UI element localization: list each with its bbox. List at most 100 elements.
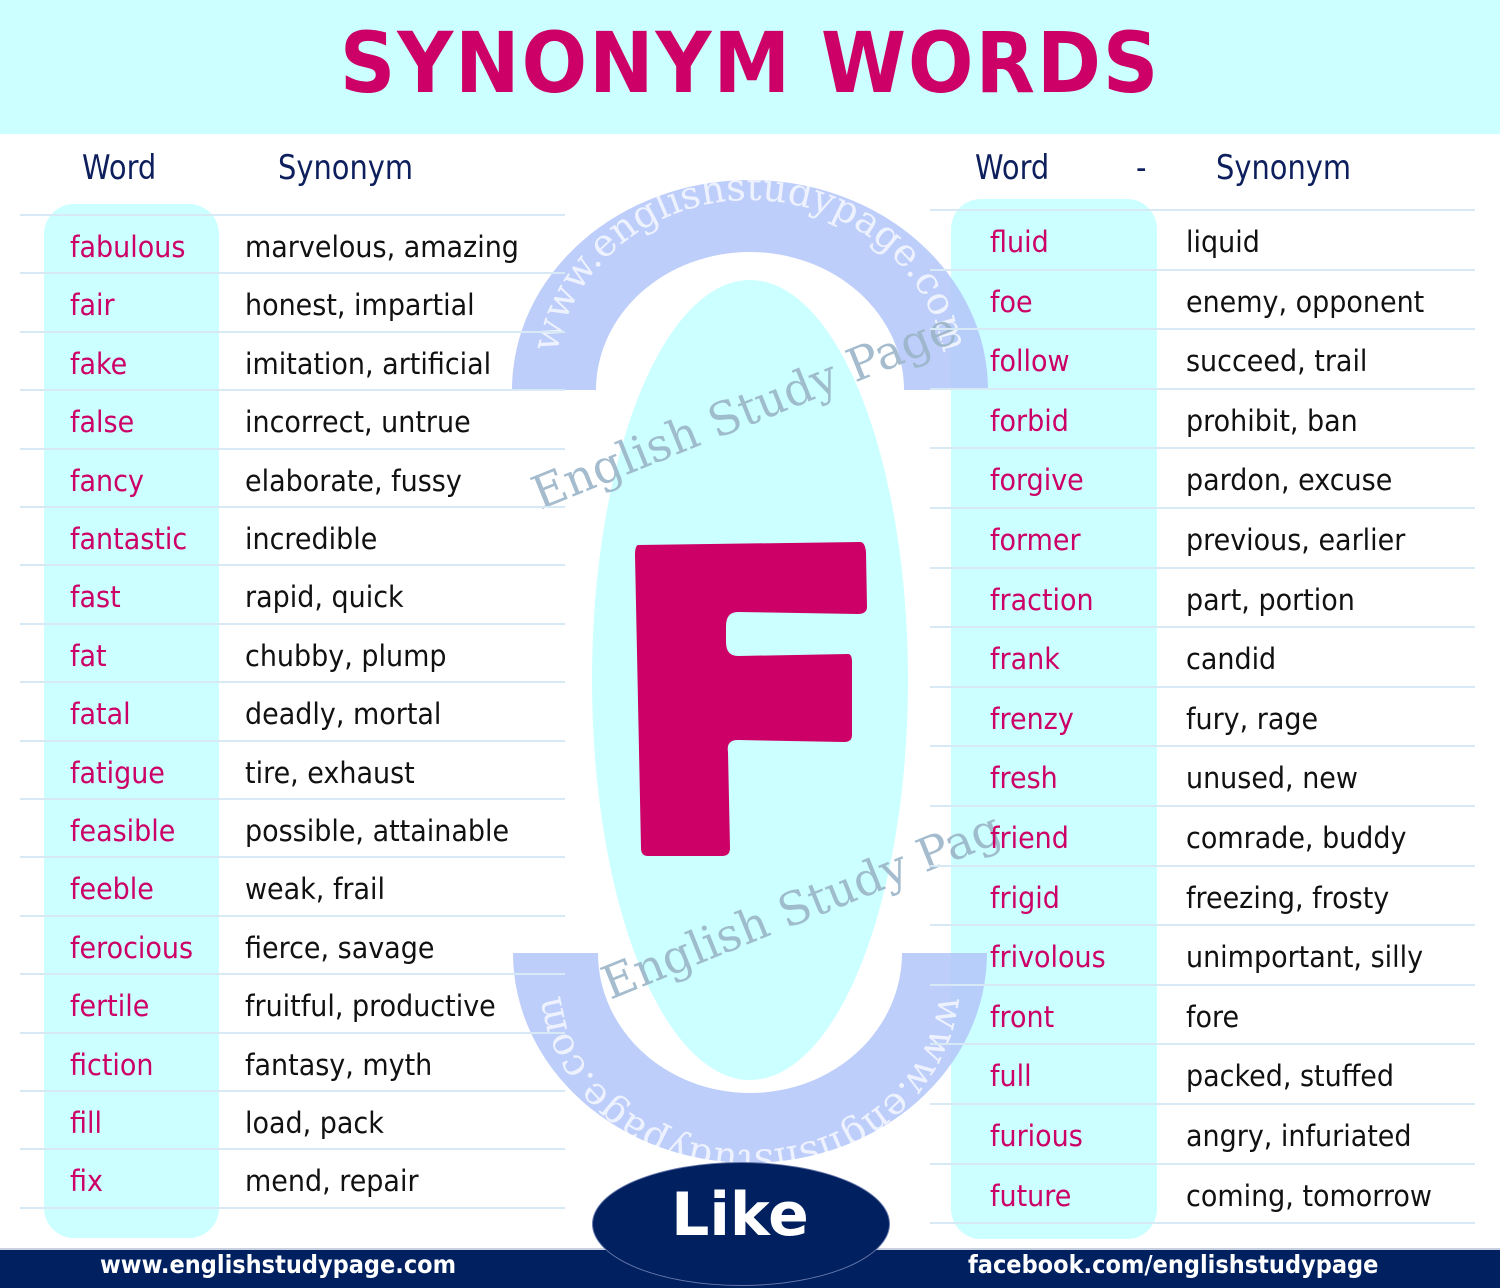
row-divider	[20, 1031, 565, 1034]
row-divider	[930, 268, 1475, 271]
like-button-label[interactable]: Like	[592, 1180, 888, 1250]
synonym-cell: fore	[1186, 999, 1240, 1034]
row-divider	[20, 798, 565, 800]
word-cell: fat	[70, 638, 107, 673]
row-divider	[930, 209, 1475, 211]
word-cell: fair	[70, 288, 115, 323]
row-divider	[20, 622, 565, 625]
row-divider	[20, 1148, 565, 1151]
word-cell: feasible	[70, 814, 176, 848]
synonym-cell: tire, exhaust	[245, 755, 415, 790]
synonym-cell: angry, infuriated	[1186, 1119, 1412, 1153]
synonym-cell: load, pack	[245, 1106, 384, 1140]
row-divider	[930, 864, 1475, 867]
right-header-synonym: Synonym	[1216, 148, 1352, 188]
left-header-word: Word	[82, 148, 157, 188]
synonym-cell: unimportant, silly	[1186, 940, 1424, 975]
footer-website-link[interactable]: www.englishstudypage.com	[100, 1250, 456, 1279]
word-cell: fatal	[70, 697, 131, 732]
word-cell: former	[990, 523, 1081, 557]
word-cell: forgive	[990, 463, 1084, 498]
right-header-separator: -	[1136, 148, 1147, 188]
synonym-cell: succeed, trail	[1186, 344, 1368, 379]
center-graphic: www.englishstudypage.com www.englishstud…	[512, 165, 1034, 1185]
row-divider	[930, 447, 1475, 450]
row-divider	[930, 1162, 1475, 1165]
synonym-cell: chubby, plump	[245, 638, 447, 673]
word-cell: fix	[70, 1164, 103, 1199]
word-cell: fatigue	[70, 755, 165, 790]
row-divider	[20, 330, 565, 333]
word-cell: fiction	[70, 1047, 154, 1082]
synonym-cell: candid	[1186, 642, 1277, 677]
row-divider	[930, 1222, 1475, 1225]
synonym-cell: liquid	[1186, 225, 1260, 259]
synonym-cell: packed, stuffed	[1186, 1059, 1395, 1094]
synonym-cell: deadly, mortal	[245, 697, 442, 732]
word-cell: future	[990, 1178, 1072, 1213]
synonym-cell: rapid, quick	[245, 580, 404, 615]
row-divider	[20, 564, 565, 567]
word-cell: fantastic	[70, 522, 188, 556]
row-divider	[930, 387, 1475, 390]
word-cell: foe	[990, 284, 1033, 319]
word-cell: friend	[990, 821, 1069, 855]
word-cell: follow	[990, 344, 1070, 379]
synonym-cell: freezing, frosty	[1186, 880, 1390, 915]
row-divider	[930, 1103, 1475, 1105]
synonym-cell: marvelous, amazing	[245, 230, 519, 264]
row-divider	[930, 507, 1475, 509]
synonym-cell: elaborate, fussy	[245, 463, 462, 498]
row-divider	[930, 983, 1475, 986]
synonym-cell: fierce, savage	[245, 930, 435, 965]
synonym-cell: possible, attainable	[245, 814, 510, 848]
word-cell: fresh	[990, 761, 1058, 796]
word-cell: forbid	[990, 403, 1069, 438]
header-banner: SYNONYM WORDS	[0, 0, 1500, 134]
synonym-cell: weak, frail	[245, 872, 386, 907]
center-decoration: www.englishstudypage.com www.englishstud…	[500, 165, 1034, 1240]
row-divider	[930, 685, 1475, 688]
row-divider	[20, 1206, 565, 1209]
row-divider	[930, 566, 1475, 569]
synonym-cell: coming, tomorrow	[1186, 1178, 1432, 1213]
word-cell: fake	[70, 346, 128, 381]
synonym-cell: fruitful, productive	[245, 989, 496, 1024]
synonym-cell: honest, impartial	[245, 288, 475, 323]
row-divider	[930, 328, 1475, 331]
synonym-cell: comrade, buddy	[1186, 821, 1407, 855]
row-divider	[930, 626, 1475, 629]
synonym-cell: unused, new	[1186, 761, 1358, 796]
word-cell: fabulous	[70, 230, 186, 264]
word-cell: frank	[990, 642, 1060, 677]
synonym-cell: part, portion	[1186, 582, 1355, 617]
page-title: SYNONYM WORDS	[339, 14, 1161, 112]
word-cell: frigid	[990, 880, 1060, 915]
footer-facebook-link[interactable]: facebook.com/englishstudypage	[968, 1250, 1378, 1279]
row-divider	[20, 914, 565, 917]
word-cell: feeble	[70, 872, 154, 907]
synonym-cell: pardon, excuse	[1186, 463, 1393, 498]
synonym-cell: mend, repair	[245, 1164, 419, 1199]
row-divider	[20, 973, 565, 976]
row-divider	[20, 272, 565, 275]
word-cell: furious	[990, 1119, 1083, 1153]
synonym-cell: incorrect, untrue	[245, 405, 471, 440]
row-divider	[930, 745, 1475, 748]
synonym-cell: enemy, opponent	[1186, 284, 1425, 319]
word-cell: fluid	[990, 225, 1049, 259]
synonym-cell: incredible	[245, 522, 378, 556]
word-cell: fill	[70, 1106, 102, 1140]
row-divider	[20, 1090, 565, 1092]
left-header-synonym: Synonym	[278, 148, 414, 188]
row-divider	[20, 447, 565, 450]
synonym-cell: fantasy, myth	[245, 1047, 433, 1082]
word-cell: ferocious	[70, 930, 194, 965]
word-cell: full	[990, 1059, 1032, 1094]
word-cell: fertile	[70, 989, 150, 1024]
row-divider	[20, 389, 565, 392]
row-divider	[930, 924, 1475, 927]
word-cell: fast	[70, 580, 121, 615]
row-divider	[20, 681, 565, 684]
row-divider	[930, 805, 1475, 807]
